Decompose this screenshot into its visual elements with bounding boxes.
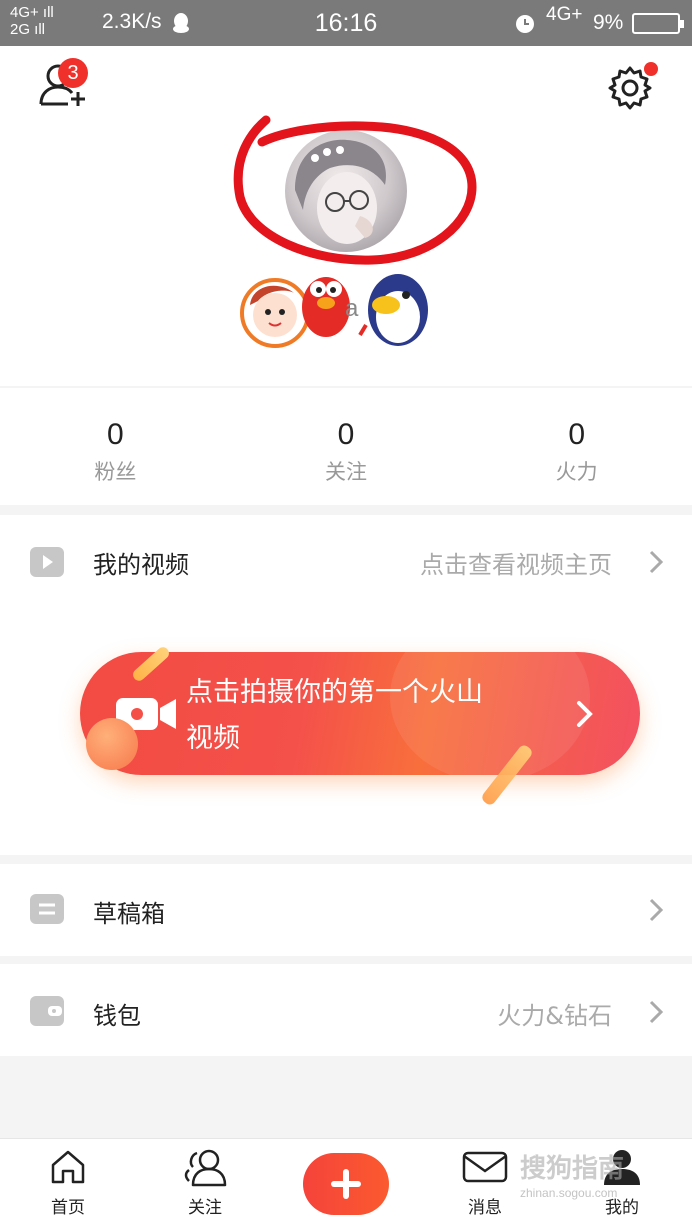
my-videos-label[interactable]: 我的视频: [93, 545, 189, 580]
notification-badge: 3: [58, 58, 88, 88]
wallet-label: 钱包: [93, 1002, 141, 1030]
tab-messages[interactable]: 消息: [445, 1147, 525, 1218]
users-icon: [184, 1149, 227, 1187]
stat-label: 关注: [325, 460, 367, 484]
battery-percent: 9%: [593, 11, 624, 34]
stat-following[interactable]: 0 关注: [231, 388, 462, 505]
cta-line2: 视频: [186, 723, 240, 754]
cta-line1: 点击拍摄你的第一个火山: [186, 677, 483, 708]
cta-text: 点击拍摄你的第一个火山 视频: [186, 670, 546, 762]
chevron-right-icon: [649, 898, 664, 922]
wallet-hint: 火力&钻石: [497, 1002, 612, 1030]
chevron-right-icon[interactable]: [648, 550, 664, 574]
drafts-row[interactable]: 草稿箱: [0, 864, 692, 956]
tab-label: 关注: [188, 1198, 222, 1218]
alarm-icon: [516, 15, 534, 33]
stat-value: 0: [106, 418, 124, 451]
chevron-right-icon: [649, 1000, 664, 1024]
stat-fans[interactable]: 0 粉丝: [0, 388, 231, 505]
shoot-first-video-button[interactable]: 点击拍摄你的第一个火山 视频: [80, 652, 640, 775]
stat-label: 火力: [555, 460, 598, 484]
stat-label: 粉丝: [94, 460, 137, 484]
wallet-icon: [30, 996, 64, 1026]
watermark-url: zhinan.sogou.com: [520, 1186, 618, 1200]
play-icon: [30, 547, 64, 577]
tab-label: 首页: [51, 1198, 85, 1218]
drafts-icon: [30, 894, 64, 924]
wallet-row[interactable]: 钱包 火力&钻石: [0, 964, 692, 1056]
tab-home[interactable]: 首页: [28, 1147, 108, 1218]
stats-bar: 0 粉丝 0 关注 0 火力: [0, 388, 692, 505]
decor-orb: [86, 718, 138, 770]
my-videos-section: 我的视频 点击查看视频主页 点击拍摄你的第一个火山 视频: [0, 515, 692, 855]
drafts-label: 草稿箱: [93, 900, 165, 928]
clock: 16:16: [314, 9, 378, 37]
watermark: 搜狗指南: [520, 1154, 625, 1184]
stat-value: 0: [337, 418, 355, 451]
network-right: 4G+: [546, 4, 583, 25]
status-bar: 4G+ ıll 2G ıll 2.3K/s 16:16 4G+ 9%: [0, 0, 692, 46]
home-icon: [51, 1150, 85, 1184]
my-videos-hint[interactable]: 点击查看视频主页: [420, 545, 612, 580]
nickname: a: [345, 295, 359, 322]
settings-red-dot: [644, 62, 658, 76]
stat-value: 0: [568, 418, 586, 451]
tab-follow[interactable]: 关注: [165, 1147, 245, 1218]
red-annotation-circle: [233, 115, 477, 265]
create-video-button[interactable]: [303, 1153, 389, 1215]
chevron-right-icon: [577, 701, 593, 727]
battery-icon: [632, 13, 684, 34]
stat-fire-power[interactable]: 0 火力: [461, 388, 692, 505]
mail-icon: [462, 1151, 508, 1183]
avatar-stickers: [240, 274, 428, 348]
tab-label: 消息: [468, 1198, 502, 1218]
